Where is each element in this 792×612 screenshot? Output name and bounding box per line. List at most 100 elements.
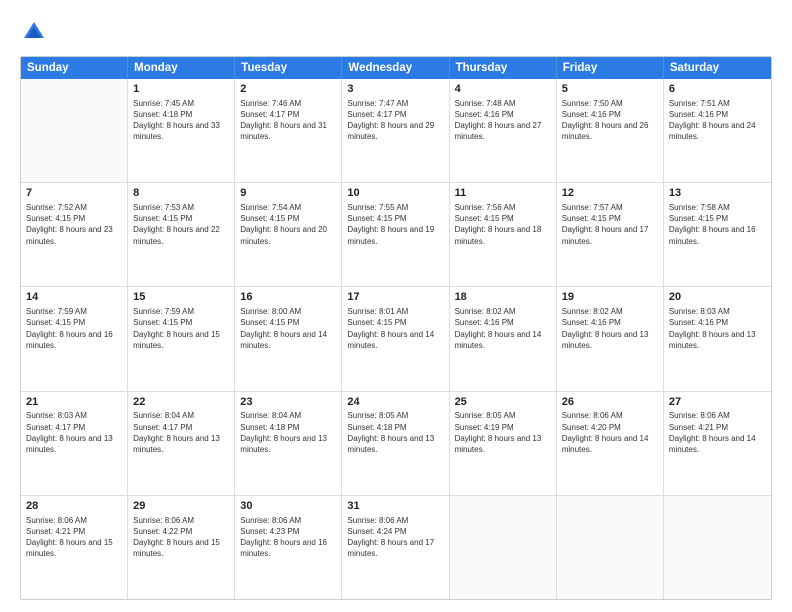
calendar: SundayMondayTuesdayWednesdayThursdayFrid… (20, 56, 772, 600)
header (20, 18, 772, 46)
cell-info: Sunrise: 8:00 AM Sunset: 4:15 PM Dayligh… (240, 306, 336, 351)
calendar-row-3: 21Sunrise: 8:03 AM Sunset: 4:17 PM Dayli… (21, 392, 771, 496)
calendar-cell-day-17: 17Sunrise: 8:01 AM Sunset: 4:15 PM Dayli… (342, 287, 449, 390)
day-number: 3 (347, 82, 443, 97)
calendar-cell-day-29: 29Sunrise: 8:06 AM Sunset: 4:22 PM Dayli… (128, 496, 235, 599)
calendar-cell-day-22: 22Sunrise: 8:04 AM Sunset: 4:17 PM Dayli… (128, 392, 235, 495)
calendar-cell-day-25: 25Sunrise: 8:05 AM Sunset: 4:19 PM Dayli… (450, 392, 557, 495)
calendar-cell-day-18: 18Sunrise: 8:02 AM Sunset: 4:16 PM Dayli… (450, 287, 557, 390)
day-number: 24 (347, 395, 443, 410)
calendar-body: 1Sunrise: 7:45 AM Sunset: 4:18 PM Daylig… (21, 79, 771, 599)
day-number: 12 (562, 186, 658, 201)
calendar-cell-day-15: 15Sunrise: 7:59 AM Sunset: 4:15 PM Dayli… (128, 287, 235, 390)
day-number: 28 (26, 499, 122, 514)
day-number: 8 (133, 186, 229, 201)
calendar-cell-day-4: 4Sunrise: 7:48 AM Sunset: 4:16 PM Daylig… (450, 79, 557, 182)
day-number: 7 (26, 186, 122, 201)
calendar-cell-empty (664, 496, 771, 599)
calendar-cell-empty (557, 496, 664, 599)
calendar-cell-day-31: 31Sunrise: 8:06 AM Sunset: 4:24 PM Dayli… (342, 496, 449, 599)
cell-info: Sunrise: 8:02 AM Sunset: 4:16 PM Dayligh… (455, 306, 551, 351)
weekday-header-monday: Monday (128, 57, 235, 79)
cell-info: Sunrise: 7:50 AM Sunset: 4:16 PM Dayligh… (562, 98, 658, 143)
cell-info: Sunrise: 8:06 AM Sunset: 4:23 PM Dayligh… (240, 515, 336, 560)
calendar-cell-day-20: 20Sunrise: 8:03 AM Sunset: 4:16 PM Dayli… (664, 287, 771, 390)
day-number: 18 (455, 290, 551, 305)
day-number: 1 (133, 82, 229, 97)
cell-info: Sunrise: 7:51 AM Sunset: 4:16 PM Dayligh… (669, 98, 766, 143)
cell-info: Sunrise: 7:45 AM Sunset: 4:18 PM Dayligh… (133, 98, 229, 143)
day-number: 5 (562, 82, 658, 97)
calendar-cell-day-19: 19Sunrise: 8:02 AM Sunset: 4:16 PM Dayli… (557, 287, 664, 390)
cell-info: Sunrise: 7:46 AM Sunset: 4:17 PM Dayligh… (240, 98, 336, 143)
cell-info: Sunrise: 8:05 AM Sunset: 4:19 PM Dayligh… (455, 410, 551, 455)
weekday-header-friday: Friday (557, 57, 664, 79)
calendar-cell-day-2: 2Sunrise: 7:46 AM Sunset: 4:17 PM Daylig… (235, 79, 342, 182)
day-number: 13 (669, 186, 766, 201)
calendar-cell-empty (21, 79, 128, 182)
calendar-cell-day-23: 23Sunrise: 8:04 AM Sunset: 4:18 PM Dayli… (235, 392, 342, 495)
day-number: 20 (669, 290, 766, 305)
weekday-header-sunday: Sunday (21, 57, 128, 79)
day-number: 30 (240, 499, 336, 514)
calendar-cell-day-9: 9Sunrise: 7:54 AM Sunset: 4:15 PM Daylig… (235, 183, 342, 286)
day-number: 9 (240, 186, 336, 201)
cell-info: Sunrise: 8:06 AM Sunset: 4:24 PM Dayligh… (347, 515, 443, 560)
calendar-cell-day-28: 28Sunrise: 8:06 AM Sunset: 4:21 PM Dayli… (21, 496, 128, 599)
calendar-row-0: 1Sunrise: 7:45 AM Sunset: 4:18 PM Daylig… (21, 79, 771, 183)
cell-info: Sunrise: 8:03 AM Sunset: 4:16 PM Dayligh… (669, 306, 766, 351)
cell-info: Sunrise: 7:59 AM Sunset: 4:15 PM Dayligh… (26, 306, 122, 351)
day-number: 22 (133, 395, 229, 410)
day-number: 16 (240, 290, 336, 305)
calendar-cell-day-30: 30Sunrise: 8:06 AM Sunset: 4:23 PM Dayli… (235, 496, 342, 599)
calendar-cell-day-5: 5Sunrise: 7:50 AM Sunset: 4:16 PM Daylig… (557, 79, 664, 182)
calendar-cell-day-27: 27Sunrise: 8:06 AM Sunset: 4:21 PM Dayli… (664, 392, 771, 495)
calendar-cell-day-12: 12Sunrise: 7:57 AM Sunset: 4:15 PM Dayli… (557, 183, 664, 286)
cell-info: Sunrise: 8:02 AM Sunset: 4:16 PM Dayligh… (562, 306, 658, 351)
cell-info: Sunrise: 7:52 AM Sunset: 4:15 PM Dayligh… (26, 202, 122, 247)
day-number: 31 (347, 499, 443, 514)
day-number: 4 (455, 82, 551, 97)
calendar-cell-day-7: 7Sunrise: 7:52 AM Sunset: 4:15 PM Daylig… (21, 183, 128, 286)
cell-info: Sunrise: 8:01 AM Sunset: 4:15 PM Dayligh… (347, 306, 443, 351)
day-number: 2 (240, 82, 336, 97)
day-number: 23 (240, 395, 336, 410)
day-number: 26 (562, 395, 658, 410)
logo-icon (20, 18, 48, 46)
day-number: 19 (562, 290, 658, 305)
cell-info: Sunrise: 8:06 AM Sunset: 4:22 PM Dayligh… (133, 515, 229, 560)
calendar-cell-day-13: 13Sunrise: 7:58 AM Sunset: 4:15 PM Dayli… (664, 183, 771, 286)
calendar-cell-day-26: 26Sunrise: 8:06 AM Sunset: 4:20 PM Dayli… (557, 392, 664, 495)
logo (20, 18, 52, 46)
page: SundayMondayTuesdayWednesdayThursdayFrid… (0, 0, 792, 612)
cell-info: Sunrise: 7:59 AM Sunset: 4:15 PM Dayligh… (133, 306, 229, 351)
day-number: 21 (26, 395, 122, 410)
day-number: 15 (133, 290, 229, 305)
cell-info: Sunrise: 7:55 AM Sunset: 4:15 PM Dayligh… (347, 202, 443, 247)
cell-info: Sunrise: 8:06 AM Sunset: 4:21 PM Dayligh… (26, 515, 122, 560)
cell-info: Sunrise: 8:06 AM Sunset: 4:20 PM Dayligh… (562, 410, 658, 455)
cell-info: Sunrise: 7:48 AM Sunset: 4:16 PM Dayligh… (455, 98, 551, 143)
cell-info: Sunrise: 7:56 AM Sunset: 4:15 PM Dayligh… (455, 202, 551, 247)
calendar-cell-day-16: 16Sunrise: 8:00 AM Sunset: 4:15 PM Dayli… (235, 287, 342, 390)
day-number: 11 (455, 186, 551, 201)
calendar-row-1: 7Sunrise: 7:52 AM Sunset: 4:15 PM Daylig… (21, 183, 771, 287)
cell-info: Sunrise: 7:47 AM Sunset: 4:17 PM Dayligh… (347, 98, 443, 143)
weekday-header-thursday: Thursday (450, 57, 557, 79)
day-number: 6 (669, 82, 766, 97)
cell-info: Sunrise: 8:04 AM Sunset: 4:18 PM Dayligh… (240, 410, 336, 455)
cell-info: Sunrise: 7:53 AM Sunset: 4:15 PM Dayligh… (133, 202, 229, 247)
cell-info: Sunrise: 8:05 AM Sunset: 4:18 PM Dayligh… (347, 410, 443, 455)
cell-info: Sunrise: 8:04 AM Sunset: 4:17 PM Dayligh… (133, 410, 229, 455)
calendar-row-2: 14Sunrise: 7:59 AM Sunset: 4:15 PM Dayli… (21, 287, 771, 391)
weekday-header-wednesday: Wednesday (342, 57, 449, 79)
day-number: 10 (347, 186, 443, 201)
calendar-cell-day-6: 6Sunrise: 7:51 AM Sunset: 4:16 PM Daylig… (664, 79, 771, 182)
cell-info: Sunrise: 8:06 AM Sunset: 4:21 PM Dayligh… (669, 410, 766, 455)
weekday-header-tuesday: Tuesday (235, 57, 342, 79)
day-number: 14 (26, 290, 122, 305)
day-number: 27 (669, 395, 766, 410)
calendar-cell-day-24: 24Sunrise: 8:05 AM Sunset: 4:18 PM Dayli… (342, 392, 449, 495)
day-number: 29 (133, 499, 229, 514)
weekday-header-saturday: Saturday (664, 57, 771, 79)
